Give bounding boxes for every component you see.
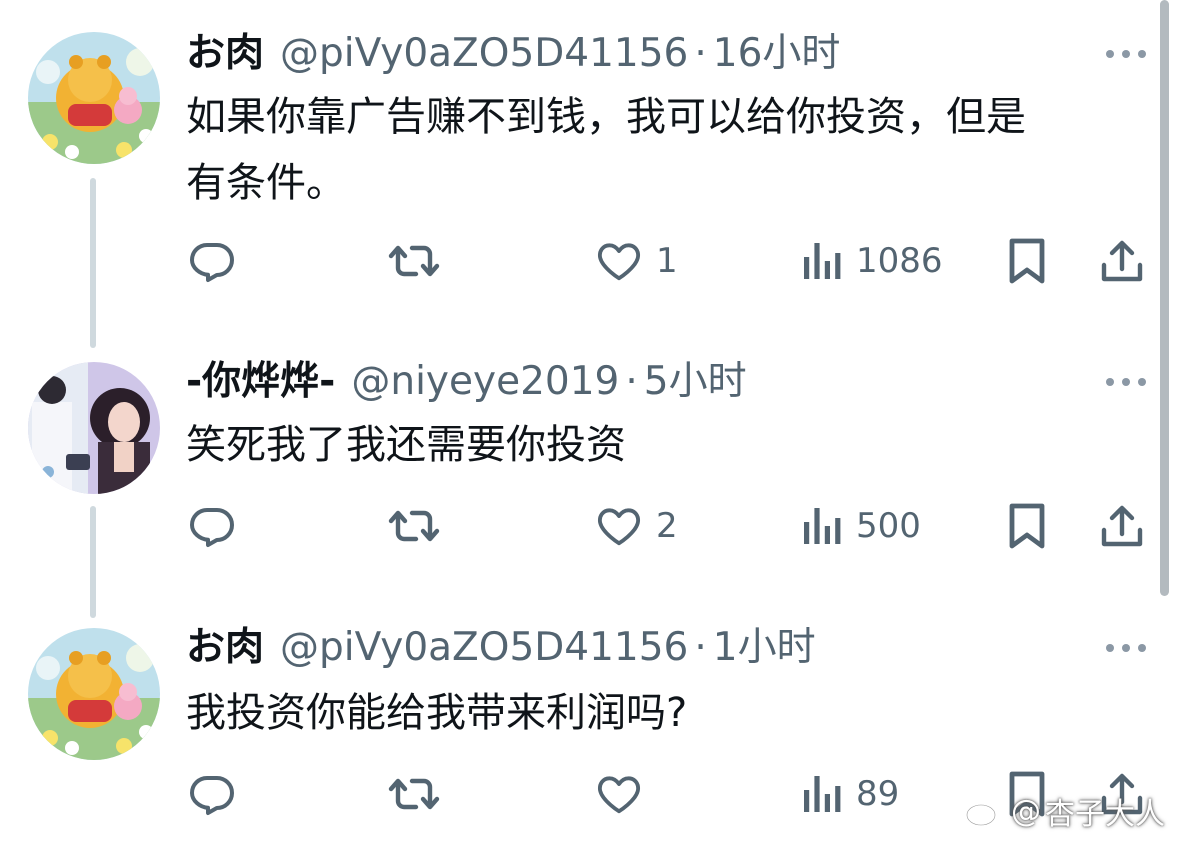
separator-dot: · — [694, 625, 707, 670]
user-handle[interactable]: @piVy0aZO5D41156 — [280, 28, 688, 80]
watermark-at: @ — [1011, 793, 1041, 829]
retweet-icon — [388, 778, 440, 810]
tweet[interactable]: お肉 @piVy0aZO5D41156 · 16小时 如果你靠广告赚不到钱，我可… — [0, 28, 1160, 348]
timestamp[interactable]: 5小时 — [644, 356, 747, 408]
tweet-header: お肉 @piVy0aZO5D41156 · 1小时 — [186, 622, 816, 674]
view-count: 500 — [856, 506, 921, 546]
tweet-header: お肉 @piVy0aZO5D41156 · 16小时 — [186, 28, 840, 80]
retweet-button[interactable] — [388, 496, 440, 556]
reply-button[interactable] — [188, 764, 236, 824]
reply-thread: お肉 @piVy0aZO5D41156 · 16小时 如果你靠广告赚不到钱，我可… — [0, 0, 1179, 843]
separator-dot: · — [694, 31, 707, 76]
views-bar-chart-icon — [804, 508, 841, 544]
reply-icon — [190, 776, 234, 815]
separator-dot: · — [625, 359, 638, 404]
like-button[interactable] — [596, 764, 656, 824]
heart-icon — [597, 776, 641, 814]
winnie-the-pooh-avatar — [28, 628, 160, 760]
more-dots-icon — [1106, 50, 1146, 58]
heart-icon — [597, 508, 641, 546]
watermark: @ 杏子大人 — [965, 789, 1165, 833]
bookmark-button[interactable] — [1008, 496, 1046, 556]
action-bar: 1 1086 — [0, 231, 1160, 291]
girl-photo-avatar — [28, 362, 160, 494]
timestamp[interactable]: 1小时 — [713, 622, 816, 674]
bookmark-button[interactable] — [1008, 231, 1046, 291]
share-icon — [1101, 505, 1143, 547]
retweet-icon — [388, 510, 440, 542]
tweet-text: 如果你靠广告赚不到钱，我可以给你投资，但是 有条件。 — [186, 94, 1026, 206]
more-button[interactable] — [1104, 630, 1148, 666]
heart-icon — [597, 243, 641, 281]
weibo-logo-icon — [965, 797, 1004, 827]
avatar[interactable] — [28, 628, 160, 760]
tweet-text: 笑死我了我还需要你投资 — [186, 422, 626, 468]
bookmark-icon — [1009, 503, 1045, 549]
avatar[interactable] — [28, 32, 160, 164]
like-count: 2 — [656, 506, 678, 546]
retweet-icon — [388, 245, 440, 277]
views-button[interactable]: 89 — [802, 764, 899, 824]
views-button[interactable]: 500 — [802, 496, 921, 556]
winnie-the-pooh-avatar — [28, 32, 160, 164]
share-button[interactable] — [1100, 231, 1144, 291]
views-bar-chart-icon — [804, 776, 841, 812]
bookmark-icon — [1009, 238, 1045, 284]
user-handle[interactable]: @piVy0aZO5D41156 — [280, 622, 688, 674]
tweet-header: -你烨烨- @niyeye2019 · 5小时 — [186, 356, 747, 408]
watermark-name: 杏子大人 — [1045, 797, 1165, 832]
tweet-text: 我投资你能给我带来利润吗? — [186, 690, 688, 736]
reply-button[interactable] — [188, 231, 236, 291]
tweet[interactable]: -你烨烨- @niyeye2019 · 5小时 笑死我了我还需要你投资 2 50… — [0, 356, 1160, 618]
share-button[interactable] — [1100, 496, 1144, 556]
like-button[interactable]: 1 — [596, 231, 678, 291]
display-name[interactable]: お肉 — [186, 622, 264, 674]
like-count: 1 — [656, 241, 678, 281]
share-icon — [1101, 240, 1143, 282]
retweet-button[interactable] — [388, 764, 440, 824]
display-name[interactable]: -你烨烨- — [186, 356, 335, 408]
display-name[interactable]: お肉 — [186, 28, 264, 80]
timestamp[interactable]: 16小时 — [713, 28, 841, 80]
avatar[interactable] — [28, 362, 160, 494]
views-bar-chart-icon — [804, 243, 841, 279]
action-bar: 2 500 — [0, 496, 1160, 556]
more-button[interactable] — [1104, 364, 1148, 400]
more-dots-icon — [1106, 378, 1146, 386]
more-button[interactable] — [1104, 36, 1148, 72]
view-count: 89 — [856, 774, 900, 814]
reply-icon — [190, 243, 234, 282]
views-button[interactable]: 1086 — [802, 231, 943, 291]
scrollbar[interactable] — [1160, 0, 1169, 596]
like-button[interactable]: 2 — [596, 496, 678, 556]
reply-button[interactable] — [188, 496, 236, 556]
reply-icon — [190, 508, 234, 547]
view-count: 1086 — [856, 241, 943, 281]
retweet-button[interactable] — [388, 231, 440, 291]
user-handle[interactable]: @niyeye2019 — [351, 356, 619, 408]
more-dots-icon — [1106, 644, 1146, 652]
